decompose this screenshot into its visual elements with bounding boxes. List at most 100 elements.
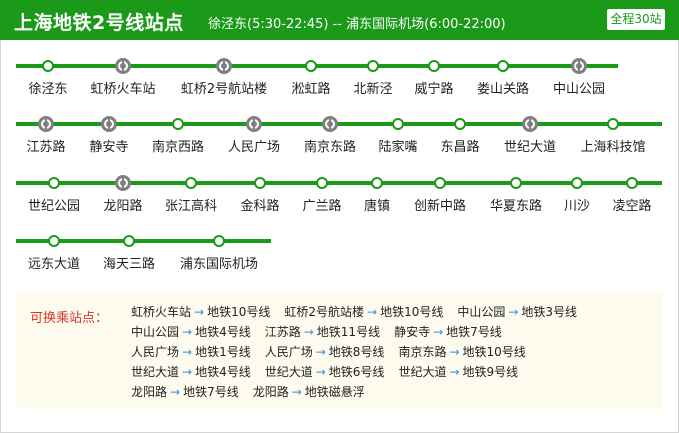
arrow-right-icon: → [315, 365, 326, 379]
station-dot-icon [123, 235, 135, 247]
transfer-station-name: 江苏路 [264, 325, 301, 339]
arrow-right-icon: → [449, 345, 460, 359]
transfer-station-icon [246, 116, 262, 132]
transfer-row: 龙阳路 → 地铁7号线 龙阳路 → 地铁磁悬浮 [131, 383, 379, 401]
transfer-row: 世纪大道 → 地铁4号线 世纪大道 → 地铁6号线 世纪大道 → 地铁9号线 [131, 363, 532, 381]
transfer-item: 中山公园 → 地铁4号线 [131, 323, 251, 340]
transfer-line-name: 地铁磁悬浮 [304, 385, 365, 399]
station-dot-icon [497, 60, 509, 72]
transfer-line-name: 地铁10号线 [462, 345, 526, 359]
station-dot-icon [305, 60, 317, 72]
station-count-badge: 全程30站 [607, 9, 665, 30]
station-dot-icon [213, 235, 225, 247]
transfer-row: 中山公园 → 地铁4号线 江苏路 → 地铁11号线 静安寺 → 地铁7号线 [131, 323, 516, 341]
station-dot-icon [434, 177, 446, 189]
transfer-title: 可换乘站点： [30, 311, 109, 326]
station-dot-icon [172, 118, 184, 130]
station-dot-icon [607, 118, 619, 130]
transfer-station-name: 虹桥火车站 [131, 305, 192, 319]
station-label: 上海科技馆 [580, 140, 646, 155]
transfer-station-icon [322, 116, 338, 132]
transfer-item: 江苏路 → 地铁11号线 [265, 323, 380, 340]
transfer-station-name: 世纪大道 [131, 365, 180, 379]
arrow-right-icon: → [303, 325, 314, 339]
station-dot-icon [367, 60, 379, 72]
station-dot-icon [392, 118, 404, 130]
transfer-line-name: 地铁7号线 [183, 385, 239, 399]
arrow-right-icon: → [449, 365, 460, 379]
station-dot-icon [42, 60, 54, 72]
transfer-line-name: 地铁4号线 [195, 325, 251, 339]
station-dot-icon [254, 177, 266, 189]
line-map: 徐泾东 虹桥火车站 虹桥2号航站楼 淞虹路 北新泾 威宁路 娄山关路 中山公园 江苏路 静安寺 南京… [0, 40, 679, 290]
transfer-station-name: 静安寺 [394, 325, 431, 339]
station-dot-icon [454, 118, 466, 130]
transfer-panel: 可换乘站点： 虹桥火车站 → 地铁10号线 虹桥2号航站楼 → 地铁10号线 中山公园 → 地铁… [16, 291, 663, 409]
transfer-station-name: 中山公园 [131, 325, 180, 339]
line-segment-row-3 [16, 181, 662, 185]
transfer-station-name: 虹桥2号航站楼 [284, 305, 364, 319]
transfer-item: 龙阳路 → 地铁磁悬浮 [253, 383, 365, 400]
station-label: 凌空路 [612, 199, 652, 214]
transfer-item: 中山公园 → 地铁3号线 [457, 303, 577, 320]
station-dot-icon [48, 177, 60, 189]
transfer-station-name: 人民广场 [264, 345, 313, 359]
station-dot-icon [510, 177, 522, 189]
arrow-right-icon: → [182, 325, 193, 339]
transfer-item: 世纪大道 → 地铁9号线 [398, 363, 518, 380]
station-dot-icon [316, 177, 328, 189]
transfer-line-name: 地铁6号线 [328, 365, 385, 379]
transfer-station-name: 南京东路 [398, 345, 447, 359]
transfer-station-name: 世纪大道 [398, 365, 447, 379]
arrow-right-icon: → [315, 345, 326, 359]
transfer-line-name: 地铁9号线 [462, 365, 519, 379]
station-dot-icon [428, 60, 440, 72]
transfer-line-name: 地铁1号线 [195, 345, 251, 359]
transfer-item: 虹桥2号航站楼 → 地铁10号线 [284, 303, 443, 320]
arrow-right-icon: → [291, 385, 302, 399]
arrow-right-icon: → [182, 345, 193, 359]
transfer-line-name: 地铁7号线 [446, 325, 502, 339]
station-dot-icon [185, 177, 197, 189]
transfer-station-icon [522, 116, 538, 132]
station-label: 浦东国际机场 [179, 257, 258, 272]
transfer-station-name: 龙阳路 [252, 385, 289, 399]
transfer-line-name: 地铁11号线 [316, 325, 381, 339]
header-bar: 上海地铁2号线站点 徐泾东(5:30-22:45) -- 浦东国际机场(6:00… [0, 0, 679, 40]
station-dot-icon [371, 177, 383, 189]
transfer-item: 虹桥火车站 → 地铁10号线 [131, 303, 270, 320]
transfer-station-icon [115, 58, 131, 74]
station-dot-icon [48, 235, 60, 247]
transfer-station-icon [115, 175, 131, 191]
transfer-item: 静安寺 → 地铁7号线 [394, 323, 502, 340]
transfer-item: 人民广场 → 地铁1号线 [131, 343, 251, 360]
station-dot-icon [626, 177, 638, 189]
transfer-station-name: 龙阳路 [131, 385, 168, 399]
service-hours: 徐泾东(5:30-22:45) -- 浦东国际机场(6:00-22:00) [208, 17, 506, 32]
transfer-station-icon [38, 116, 54, 132]
transfer-station-name: 世纪大道 [264, 365, 313, 379]
transfer-item: 龙阳路 → 地铁7号线 [131, 383, 239, 400]
arrow-right-icon: → [433, 325, 444, 339]
arrow-right-icon: → [508, 305, 519, 319]
station-dot-icon [571, 177, 583, 189]
page-title: 上海地铁2号线站点 [14, 12, 184, 34]
station-label: 中山公园 [552, 82, 605, 97]
arrow-right-icon: → [367, 305, 378, 319]
transfer-item: 世纪大道 → 地铁6号线 [265, 363, 385, 380]
line-segment-row-1 [16, 64, 618, 68]
transfer-item: 世纪大道 → 地铁4号线 [131, 363, 251, 380]
transfer-station-name: 人民广场 [131, 345, 180, 359]
transfer-station-name: 中山公园 [457, 305, 506, 319]
transfer-line-name: 地铁8号线 [328, 345, 385, 359]
transfer-station-icon [101, 116, 117, 132]
arrow-right-icon: → [170, 385, 181, 399]
arrow-right-icon: → [194, 305, 205, 319]
arrow-right-icon: → [182, 365, 193, 379]
transfer-line-name: 地铁10号线 [207, 305, 271, 319]
transfer-station-icon [216, 58, 232, 74]
transfer-line-name: 地铁3号线 [521, 305, 578, 319]
transfer-station-icon [571, 58, 587, 74]
transfer-line-name: 地铁10号线 [380, 305, 444, 319]
transfer-line-name: 地铁4号线 [195, 365, 251, 379]
